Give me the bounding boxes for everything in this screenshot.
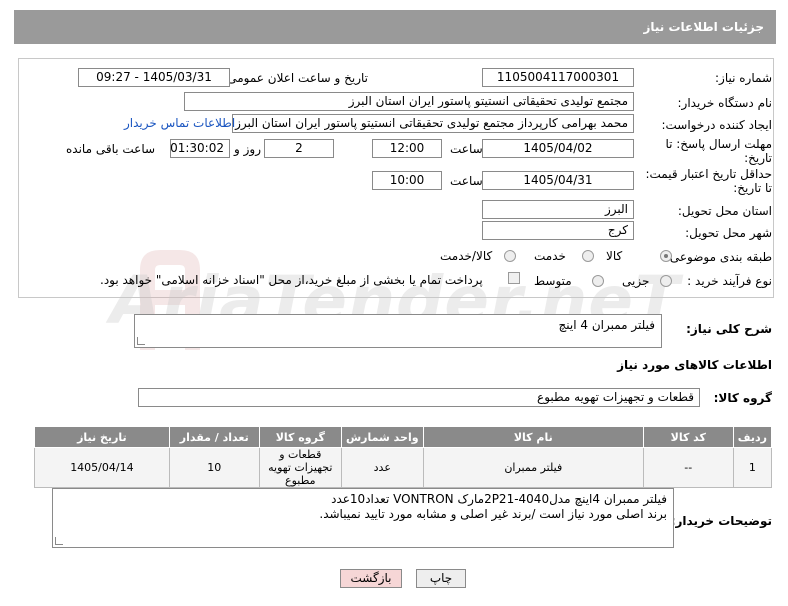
col-group: گروه کالا [258, 426, 342, 448]
goods-group-field: قطعات و تجهیزات تهویه مطبوع [138, 388, 700, 407]
days-label: روز و [234, 142, 261, 156]
treasury-payment-checkbox[interactable] [508, 272, 520, 284]
cell-group: قطعات و تجهیزات تهویه مطبوع [258, 447, 342, 488]
cell-date: 1405/04/14 [34, 447, 170, 488]
cell-name: فیلتر ممبران [422, 447, 644, 488]
buyer-notes-textarea: فیلتر ممبران 4اینچ مدل2P21-4040مارک VONT… [52, 488, 674, 548]
need-number-label: شماره نیاز: [715, 71, 772, 85]
table-row: 1 -- فیلتر ممبران عدد قطعات و تجهیزات ته… [34, 447, 773, 488]
category-option-service: خدمت [534, 249, 566, 263]
price-validity-label: حداقل تاریخ اعتبار قیمت: تا تاریخ: [645, 167, 772, 195]
purchase-option-minor: جزیی [622, 274, 650, 288]
treasury-payment-note: پرداخت تمام یا بخشی از مبلغ خرید،از محل … [100, 273, 483, 287]
requester-field: محمد بهرامی کارپرداز مجتمع تولیدی تحقیقا… [232, 114, 634, 133]
city-label: شهر محل تحویل: [685, 226, 772, 240]
category-option-goods: کالا [606, 249, 623, 263]
col-date: تاریخ نیاز [34, 426, 170, 448]
category-option-both: کالا/خدمت [440, 249, 493, 263]
announce-label: تاریخ و ساعت اعلان عمومی: [223, 71, 368, 85]
province-field: البرز [482, 200, 634, 219]
cell-unit: عدد [340, 447, 424, 488]
remaining-label: ساعت باقی مانده [66, 142, 156, 156]
need-number-field: 1105004117000301 [482, 68, 634, 87]
col-unit: واحد شمارش [340, 426, 424, 448]
goods-group-label: گروه کالا: [713, 391, 772, 405]
price-validity-date-field: 1405/04/31 [482, 171, 634, 190]
description-label: شرح کلی نیاز: [686, 322, 772, 336]
price-validity-time-label: ساعت [450, 174, 483, 188]
cell-code: -- [642, 447, 734, 488]
description-text: فیلتر ممبران 4 اینچ [558, 318, 655, 332]
buyer-org-field: مجتمع تولیدی تحقیقاتی انستیتو پاستور ایر… [184, 92, 634, 111]
category-radio-goods[interactable] [660, 250, 672, 262]
col-row: ردیف [732, 426, 773, 448]
category-radio-service[interactable] [582, 250, 594, 262]
purchase-radio-minor[interactable] [660, 275, 672, 287]
col-code: کد کالا [642, 426, 734, 448]
back-button[interactable]: بازگشت [340, 569, 402, 588]
deadline-time-field: 12:00 [372, 139, 442, 158]
resize-grip-icon [137, 337, 145, 345]
goods-info-title: اطلاعات کالاهای مورد نیاز [617, 358, 772, 372]
price-validity-time-field: 10:00 [372, 171, 442, 190]
purchase-option-medium: متوسط [534, 274, 572, 288]
category-label: طبقه بندی موضوعی: [665, 250, 772, 264]
announce-date-field: 1405/03/31 - 09:27 [78, 68, 230, 87]
city-field: کرج [482, 221, 634, 240]
purchase-type-label: نوع فرآیند خرید : [687, 274, 772, 288]
purchase-radio-medium[interactable] [592, 275, 604, 287]
col-qty: تعداد / مقدار [168, 426, 260, 448]
category-radio-both[interactable] [504, 250, 516, 262]
buyer-notes-label: توضیحات خریدار: [670, 514, 772, 528]
print-button[interactable]: چاپ [416, 569, 466, 588]
days-remaining-field: 2 [264, 139, 334, 158]
goods-table-header: ردیف کد کالا نام کالا واحد شمارش گروه کا… [34, 426, 773, 448]
buyer-notes-line2: برند اصلی مورد نیاز است /برند غیر اصلی و… [319, 507, 667, 521]
cell-qty: 10 [168, 447, 260, 488]
goods-table: ردیف کد کالا نام کالا واحد شمارش گروه کا… [34, 426, 773, 488]
deadline-label: مهلت ارسال پاسخ: تا تاریخ: [665, 137, 772, 165]
buyer-org-label: نام دستگاه خریدار: [677, 96, 773, 110]
page-title: جزئیات اطلاعات نیاز [643, 20, 764, 34]
col-name: نام کالا [422, 426, 644, 448]
requester-label: ایجاد کننده درخواست: [661, 118, 772, 132]
buyer-contact-link[interactable]: اطلاعات تماس خریدار [124, 116, 235, 130]
remaining-time-field: 01:30:02 [170, 139, 230, 158]
description-textarea: فیلتر ممبران 4 اینچ [134, 314, 662, 348]
deadline-date-field: 1405/04/02 [482, 139, 634, 158]
buyer-notes-line1: فیلتر ممبران 4اینچ مدل2P21-4040مارک VONT… [331, 492, 667, 506]
province-label: استان محل تحویل: [677, 204, 772, 218]
resize-grip-icon [55, 537, 63, 545]
page-header: جزئیات اطلاعات نیاز [14, 10, 776, 44]
cell-row: 1 [732, 447, 773, 488]
deadline-time-label: ساعت [450, 142, 483, 156]
